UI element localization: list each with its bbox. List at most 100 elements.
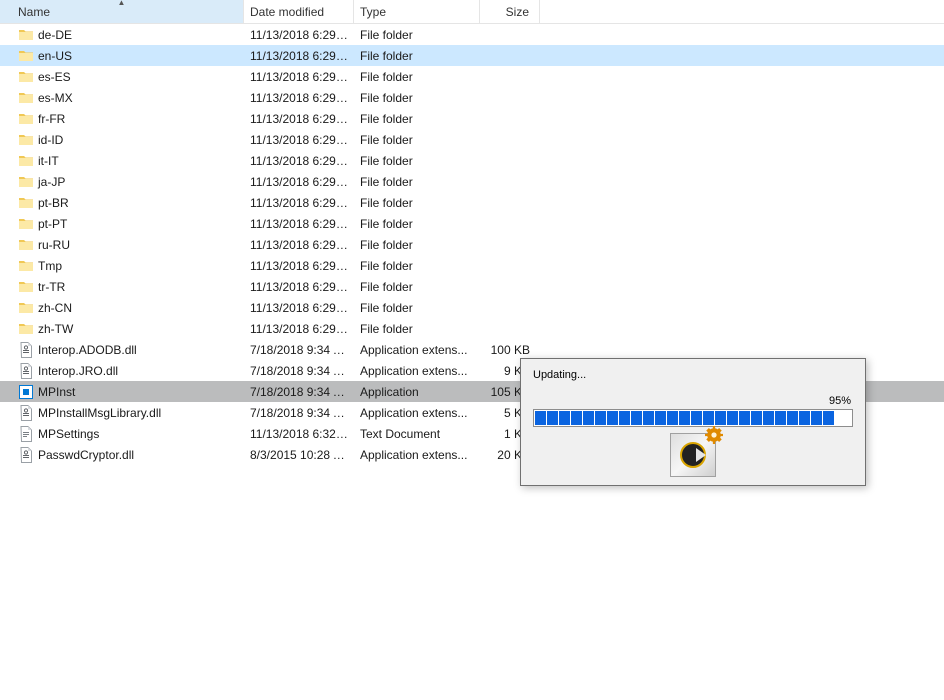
- file-type: File folder: [354, 70, 480, 84]
- list-item[interactable]: es-ES11/13/2018 6:29 PMFile folder: [0, 66, 944, 87]
- column-header-size[interactable]: Size: [480, 0, 540, 23]
- file-date: 11/13/2018 6:29 PM: [244, 322, 354, 336]
- column-header-size-label: Size: [506, 5, 529, 19]
- column-header-name-label: Name: [18, 5, 50, 19]
- list-item[interactable]: es-MX11/13/2018 6:29 PMFile folder: [0, 87, 944, 108]
- progress-segment: [691, 411, 702, 425]
- progress-percent-label: 95%: [533, 395, 853, 407]
- text-file-icon: [18, 426, 34, 442]
- file-date: 11/13/2018 6:29 PM: [244, 112, 354, 126]
- progress-segment: [835, 411, 846, 425]
- dll-file-icon: [18, 405, 34, 421]
- file-name-cell: PasswdCryptor.dll: [0, 447, 244, 463]
- file-name-cell: de-DE: [0, 27, 244, 43]
- file-type: File folder: [354, 154, 480, 168]
- file-date: 11/13/2018 6:29 PM: [244, 154, 354, 168]
- folder-icon: [18, 279, 34, 295]
- file-type: File folder: [354, 175, 480, 189]
- file-name: MPInstallMsgLibrary.dll: [38, 406, 161, 420]
- progress-segment: [727, 411, 738, 425]
- list-item[interactable]: pt-PT11/13/2018 6:29 PMFile folder: [0, 213, 944, 234]
- list-item[interactable]: it-IT11/13/2018 6:29 PMFile folder: [0, 150, 944, 171]
- progress-segment: [763, 411, 774, 425]
- file-date: 11/13/2018 6:29 PM: [244, 196, 354, 210]
- list-item[interactable]: en-US 11/13/2018 6:29 PMFile folder: [0, 45, 944, 66]
- list-item[interactable]: pt-BR11/13/2018 6:29 PMFile folder: [0, 192, 944, 213]
- progress-segment: [703, 411, 714, 425]
- file-name: en-US: [38, 49, 72, 63]
- gear-icon: [705, 426, 723, 444]
- file-name: es-MX: [38, 91, 73, 105]
- progress-segment: [619, 411, 630, 425]
- dialog-icon-area: [533, 433, 853, 477]
- file-date: 11/13/2018 6:29 PM: [244, 28, 354, 42]
- progress-bar: [533, 409, 853, 427]
- file-name-cell: MPSettings: [0, 426, 244, 442]
- list-item[interactable]: zh-TW11/13/2018 6:29 PMFile folder: [0, 318, 944, 339]
- file-type: File folder: [354, 238, 480, 252]
- list-item[interactable]: Tmp11/13/2018 6:29 PMFile folder: [0, 255, 944, 276]
- file-name-cell: zh-CN: [0, 300, 244, 316]
- list-item[interactable]: fr-FR11/13/2018 6:29 PMFile folder: [0, 108, 944, 129]
- dll-file-icon: [18, 363, 34, 379]
- application-icon: [18, 384, 34, 400]
- list-item[interactable]: zh-CN11/13/2018 6:29 PMFile folder: [0, 297, 944, 318]
- progress-segment: [667, 411, 678, 425]
- file-name: pt-PT: [38, 217, 67, 231]
- folder-icon: [18, 258, 34, 274]
- list-item[interactable]: ja-JP11/13/2018 6:29 PMFile folder: [0, 171, 944, 192]
- file-name-cell: it-IT: [0, 153, 244, 169]
- file-type: File folder: [354, 49, 480, 63]
- file-name-cell: id-ID: [0, 132, 244, 148]
- folder-icon: [18, 132, 34, 148]
- file-name-cell: pt-BR: [0, 195, 244, 211]
- dll-file-icon: [18, 342, 34, 358]
- sort-ascending-icon: ▲: [118, 0, 126, 7]
- file-date: 7/18/2018 9:34 AM: [244, 406, 354, 420]
- column-header-type[interactable]: Type: [354, 0, 480, 23]
- file-name-cell: es-MX: [0, 90, 244, 106]
- dialog-title: Updating...: [533, 369, 853, 381]
- file-name-cell: Tmp: [0, 258, 244, 274]
- progress-segment: [547, 411, 558, 425]
- file-type: Application extens...: [354, 406, 480, 420]
- file-date: 7/18/2018 9:34 AM: [244, 385, 354, 399]
- file-name: MPInst: [38, 385, 75, 399]
- list-item[interactable]: Interop.ADODB.dll7/18/2018 9:34 AMApplic…: [0, 339, 944, 360]
- file-type: File folder: [354, 259, 480, 273]
- file-name: MPSettings: [38, 427, 99, 441]
- file-name: id-ID: [38, 133, 63, 147]
- progress-segment: [787, 411, 798, 425]
- folder-icon: [18, 69, 34, 85]
- file-type: File folder: [354, 322, 480, 336]
- progress-segment: [679, 411, 690, 425]
- file-name: zh-CN: [38, 301, 72, 315]
- column-header-date[interactable]: Date modified: [244, 0, 354, 23]
- progress-segment: [607, 411, 618, 425]
- file-type: Application extens...: [354, 448, 480, 462]
- progress-segment: [739, 411, 750, 425]
- progress-segment: [823, 411, 834, 425]
- list-item[interactable]: tr-TR11/13/2018 6:29 PMFile folder: [0, 276, 944, 297]
- list-item[interactable]: ru-RU11/13/2018 6:29 PMFile folder: [0, 234, 944, 255]
- folder-icon: [18, 300, 34, 316]
- file-name-cell: tr-TR: [0, 279, 244, 295]
- progress-dialog: Updating... 95%: [520, 358, 866, 486]
- progress-segment: [595, 411, 606, 425]
- installer-badge-icon: [670, 433, 716, 477]
- file-date: 11/13/2018 6:29 PM: [244, 133, 354, 147]
- file-name-cell: es-ES: [0, 69, 244, 85]
- list-item[interactable]: de-DE11/13/2018 6:29 PMFile folder: [0, 24, 944, 45]
- file-name-cell: pt-PT: [0, 216, 244, 232]
- file-name-cell: Interop.ADODB.dll: [0, 342, 244, 358]
- file-name-cell: ru-RU: [0, 237, 244, 253]
- progress-segment: [655, 411, 666, 425]
- file-name-cell: MPInstallMsgLibrary.dll: [0, 405, 244, 421]
- file-name: ru-RU: [38, 238, 70, 252]
- file-name: PasswdCryptor.dll: [38, 448, 134, 462]
- folder-icon: [18, 48, 34, 64]
- column-header-name[interactable]: ▲ Name: [0, 0, 244, 23]
- list-item[interactable]: id-ID11/13/2018 6:29 PMFile folder: [0, 129, 944, 150]
- file-date: 11/13/2018 6:29 PM: [244, 49, 354, 63]
- folder-icon: [18, 174, 34, 190]
